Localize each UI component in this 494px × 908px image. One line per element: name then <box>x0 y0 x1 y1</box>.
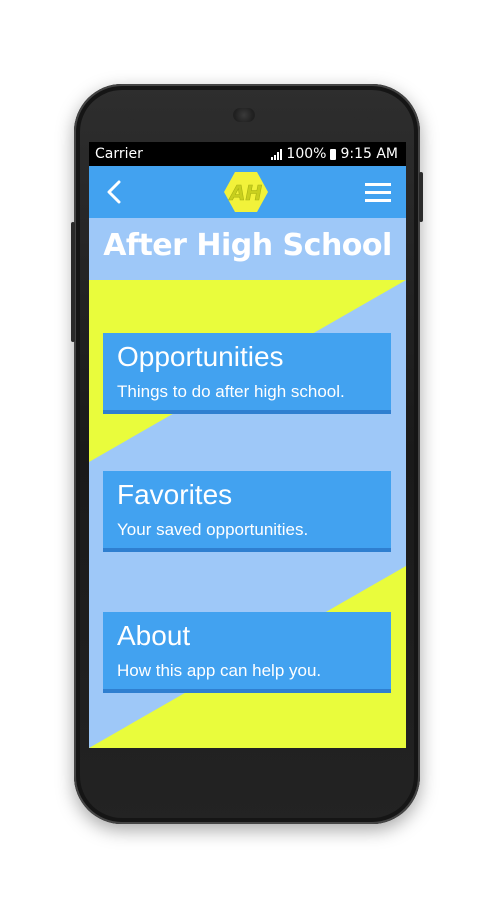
phone-sensor-dot <box>367 112 375 120</box>
phone-camera-dot <box>128 112 136 120</box>
card-subtitle: Your saved opportunities. <box>117 520 309 539</box>
carrier-label: Carrier <box>95 146 143 162</box>
battery-percent: 100% <box>286 146 327 162</box>
phone-side-button-left <box>71 222 75 342</box>
phone-sensor-dot <box>354 112 362 120</box>
hamburger-menu-icon[interactable] <box>364 180 392 204</box>
phone-earpiece <box>233 108 255 122</box>
card-opportunities[interactable]: Opportunities Things to do after high sc… <box>103 333 391 414</box>
card-title: Favorites <box>117 479 233 510</box>
page-title: After High School <box>103 228 392 263</box>
app-screen: Carrier 100% 9:15 AM AH After High Schoo… <box>89 142 406 748</box>
chevron-left-icon[interactable] <box>103 180 127 204</box>
status-bar: Carrier 100% 9:15 AM <box>89 142 406 166</box>
logo-text: AH <box>228 181 262 205</box>
phone-side-button-right <box>419 172 423 222</box>
status-right: 100% 9:15 AM <box>271 146 398 162</box>
card-title: Opportunities <box>117 341 284 372</box>
card-title: About <box>117 620 191 651</box>
clock: 9:15 AM <box>340 146 398 162</box>
card-favorites[interactable]: Favorites Your saved opportunities. <box>103 471 391 552</box>
signal-icon <box>271 148 283 160</box>
app-logo: AH <box>224 172 268 212</box>
card-subtitle: Things to do after high school. <box>117 382 345 401</box>
app-bar: AH <box>89 166 406 218</box>
card-subtitle: How this app can help you. <box>117 661 322 680</box>
battery-icon <box>330 148 337 160</box>
card-about[interactable]: About How this app can help you. <box>103 612 391 693</box>
